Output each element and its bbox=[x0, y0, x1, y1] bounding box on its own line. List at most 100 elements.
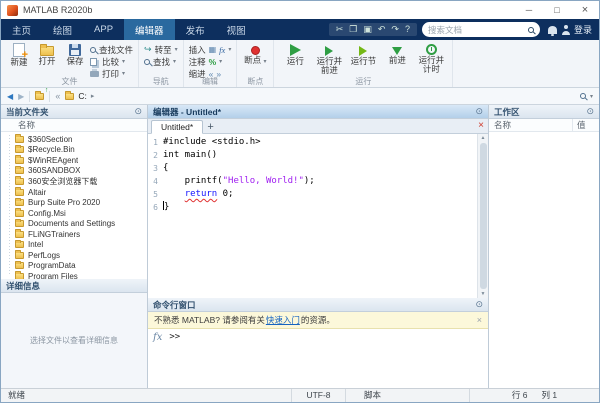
up-one-level-button[interactable]: ↑ bbox=[35, 93, 44, 100]
minimize-button[interactable]: ─ bbox=[515, 1, 543, 19]
close-document-icon[interactable]: × bbox=[478, 121, 484, 131]
folder-column-header[interactable]: 名称 bbox=[1, 119, 147, 132]
panel-menu-icon[interactable]: ⊙ bbox=[586, 107, 594, 116]
folder-item[interactable]: PerfLogs bbox=[1, 250, 147, 261]
browse-folder-search-icon[interactable] bbox=[580, 93, 586, 99]
run-section-button[interactable]: 运行节 bbox=[347, 42, 379, 66]
folder-item[interactable]: $Recycle.Bin bbox=[1, 145, 147, 156]
ribbon-section-run: 运行 运行并前进 运行节 前进 运行并计时 bbox=[274, 40, 453, 87]
workspace-col-name[interactable]: 名称 bbox=[489, 119, 573, 131]
run-and-advance-button[interactable]: 运行并前进 bbox=[313, 42, 345, 75]
tab-home[interactable]: 主页 bbox=[1, 19, 42, 40]
folder-name: Intel bbox=[28, 240, 43, 249]
code-line[interactable]: 6} bbox=[148, 201, 477, 214]
folder-item[interactable]: Program Files bbox=[1, 271, 147, 279]
folder-item[interactable]: 360SANDBOX bbox=[1, 166, 147, 177]
tab-view[interactable]: 视图 bbox=[216, 19, 257, 40]
advance-button[interactable]: 前进 bbox=[381, 42, 413, 65]
sign-in-button[interactable]: 登录 bbox=[562, 23, 592, 36]
find-button[interactable]: 查找 ▾ bbox=[144, 56, 178, 67]
tab-apps[interactable]: APP bbox=[83, 19, 124, 40]
folder-item[interactable]: Documents and Settings bbox=[1, 218, 147, 229]
code-line[interactable]: 3{ bbox=[148, 162, 477, 175]
folder-item[interactable]: 360安全浏览器下载 bbox=[1, 176, 147, 187]
folder-item[interactable]: Intel bbox=[1, 239, 147, 250]
tab-editor[interactable]: 编辑器 bbox=[124, 19, 175, 40]
folder-item[interactable]: ProgramData bbox=[1, 261, 147, 272]
panel-menu-icon[interactable]: ⊙ bbox=[134, 107, 142, 116]
breadcrumb-collapse-icon[interactable]: « bbox=[55, 91, 60, 101]
find-files-button[interactable]: 查找文件 bbox=[90, 44, 133, 55]
dropdown-icon[interactable]: ▾ bbox=[590, 93, 593, 100]
code-editor[interactable]: 1#include <stdio.h>2int main()3{4 printf… bbox=[148, 134, 488, 298]
scroll-down-icon[interactable]: ▼ bbox=[481, 291, 486, 297]
code-line[interactable]: 2int main() bbox=[148, 149, 477, 162]
code-line[interactable]: 5 return 0; bbox=[148, 188, 477, 201]
notice-close-icon[interactable]: × bbox=[477, 315, 482, 325]
scrollbar-thumb[interactable] bbox=[480, 143, 487, 289]
new-button[interactable]: 新建 bbox=[6, 42, 32, 67]
breadcrumb-path[interactable]: C: bbox=[78, 91, 87, 101]
workspace-panel: 工作区 ⊙ 名称 值 bbox=[489, 105, 599, 388]
workspace-col-value[interactable]: 值 bbox=[573, 119, 599, 131]
code-line[interactable]: 1#include <stdio.h> bbox=[148, 136, 477, 149]
folder-item[interactable]: $360Section bbox=[1, 134, 147, 145]
back-button[interactable]: ◀ bbox=[7, 92, 13, 101]
run-and-time-button[interactable]: 运行并计时 bbox=[415, 42, 447, 74]
doc-search-box[interactable] bbox=[422, 22, 540, 37]
line-number: 4 bbox=[148, 175, 163, 188]
tab-plots[interactable]: 绘图 bbox=[42, 19, 83, 40]
compare-button[interactable]: 比较 ▾ bbox=[90, 56, 133, 67]
save-button[interactable]: 保存 bbox=[62, 42, 88, 66]
folder-item[interactable]: $WinREAgent bbox=[1, 155, 147, 166]
editor-tab-untitled[interactable]: Untitled* bbox=[151, 120, 203, 134]
line-number: 2 bbox=[148, 149, 163, 162]
copy-icon[interactable]: ❐ bbox=[349, 25, 357, 34]
breakpoint-icon bbox=[251, 46, 260, 55]
folder-icon bbox=[15, 231, 24, 238]
folder-item[interactable]: FLiNGTrainers bbox=[1, 229, 147, 240]
folder-item[interactable]: Burp Suite Pro 2020 bbox=[1, 197, 147, 208]
main-area: 当前文件夹 ⊙ 名称 $360Section$Recycle.Bin$WinRE… bbox=[1, 105, 599, 388]
workspace-body[interactable] bbox=[489, 132, 599, 388]
tab-publish[interactable]: 发布 bbox=[175, 19, 216, 40]
getting-started-link[interactable]: 快速入门 bbox=[266, 314, 300, 326]
folder-name: ProgramData bbox=[28, 261, 76, 270]
breadcrumb-chevron-icon[interactable]: ▸ bbox=[91, 92, 95, 100]
notification-bell-icon[interactable] bbox=[548, 26, 557, 34]
insert-button[interactable]: 插入 ▦ fx ▾ bbox=[189, 44, 232, 55]
paste-icon[interactable]: ▣ bbox=[363, 25, 372, 34]
code-line[interactable]: 4 printf("Hello, World!"); bbox=[148, 175, 477, 188]
folder-item[interactable]: Config.Msi bbox=[1, 208, 147, 219]
cut-icon[interactable]: ✂ bbox=[336, 25, 344, 34]
panel-menu-icon[interactable]: ⊙ bbox=[475, 107, 483, 116]
status-ready: 就绪 bbox=[8, 389, 25, 402]
scroll-up-icon[interactable]: ▲ bbox=[481, 135, 486, 141]
new-tab-button[interactable]: + bbox=[203, 120, 218, 133]
command-window[interactable]: fx >> bbox=[148, 329, 488, 388]
forward-button[interactable]: ▶ bbox=[18, 92, 24, 101]
editor-scrollbar[interactable]: ▲ ▼ bbox=[477, 134, 488, 298]
run-button[interactable]: 运行 bbox=[279, 42, 311, 66]
breakpoints-button[interactable]: 断点 ▾ bbox=[242, 42, 268, 67]
breadcrumb[interactable]: C: ▸ bbox=[65, 91, 94, 101]
redo-icon[interactable]: ↷ bbox=[391, 25, 399, 34]
folder-name: Program Files bbox=[28, 272, 78, 279]
open-button[interactable]: 打开 bbox=[34, 42, 60, 66]
current-folder-panel: 当前文件夹 ⊙ 名称 $360Section$Recycle.Bin$WinRE… bbox=[1, 105, 148, 388]
compare-icon bbox=[90, 58, 97, 66]
panel-menu-icon[interactable]: ⊙ bbox=[475, 300, 483, 309]
folder-item[interactable]: Altair bbox=[1, 187, 147, 198]
maximize-button[interactable]: □ bbox=[543, 1, 571, 19]
help-icon[interactable]: ? bbox=[405, 25, 410, 34]
drive-folder-icon bbox=[65, 93, 74, 100]
dropdown-icon: ▾ bbox=[173, 58, 176, 65]
details-header[interactable]: 详细信息 bbox=[1, 279, 147, 293]
comment-button[interactable]: 注释 % ▾ bbox=[189, 56, 232, 67]
folder-icon bbox=[15, 157, 24, 164]
folder-name: 360SANDBOX bbox=[28, 166, 80, 175]
undo-icon[interactable]: ↶ bbox=[378, 25, 386, 34]
goto-button[interactable]: ↪ 转至 ▾ bbox=[144, 44, 178, 55]
close-button[interactable]: × bbox=[571, 1, 599, 19]
doc-search-input[interactable] bbox=[428, 25, 525, 35]
